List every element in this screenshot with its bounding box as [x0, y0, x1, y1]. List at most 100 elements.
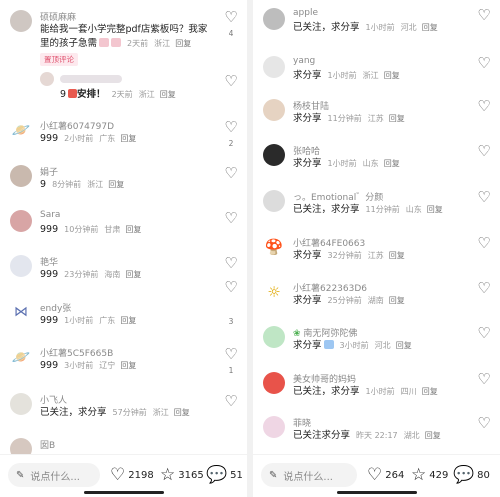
like-control[interactable]: ♡ — [475, 236, 493, 251]
planet-avatar-icon[interactable]: 🪐 — [10, 346, 32, 368]
comment-author[interactable]: 小红薯622363D6 — [293, 281, 367, 294]
like-control[interactable]: ♡ — [222, 211, 240, 226]
avatar[interactable] — [263, 416, 285, 438]
heart-outline-icon[interactable]: ♡ — [222, 211, 240, 226]
like-button[interactable]: ♡ 2198 — [110, 467, 154, 484]
avatar[interactable] — [263, 144, 285, 166]
bowtie-avatar-icon[interactable]: ⋈ — [10, 301, 32, 323]
comment-input[interactable]: ✎ 说点什么... — [261, 463, 357, 487]
heart-outline-icon[interactable]: ♡ — [222, 74, 240, 89]
like-button[interactable]: ♡ 264 — [367, 467, 404, 484]
avatar[interactable] — [10, 165, 32, 187]
sun-avatar-icon[interactable]: ☼ — [263, 281, 285, 303]
reply-button[interactable]: 回复 — [120, 361, 136, 370]
reply-button[interactable]: 回复 — [427, 205, 443, 214]
like-control[interactable]: ♡ 2 — [222, 120, 240, 149]
avatar[interactable] — [10, 255, 32, 277]
heart-outline-icon[interactable]: ♡ — [222, 120, 240, 135]
reply-button[interactable]: 回复 — [108, 180, 124, 189]
comment-author[interactable]: Sara — [40, 210, 60, 220]
reply-button[interactable]: 回复 — [389, 251, 405, 260]
comment-author[interactable]: apple — [293, 8, 318, 18]
avatar[interactable] — [263, 56, 285, 78]
like-control[interactable]: ♡ — [475, 144, 493, 159]
comment-author[interactable]: 菲晓 — [293, 416, 311, 429]
like-control[interactable]: ♡ — [222, 256, 240, 271]
reply-button[interactable]: 回复 — [120, 316, 136, 325]
heart-outline-icon[interactable]: ♡ — [475, 326, 493, 341]
heart-outline-icon[interactable]: ♡ — [475, 144, 493, 159]
like-control[interactable]: ♡ 4 — [222, 10, 240, 39]
reply-button[interactable]: 回复 — [425, 431, 441, 440]
reply-button[interactable]: 回复 — [396, 341, 412, 350]
like-control[interactable]: ♡ — [222, 74, 240, 89]
like-control[interactable]: ♡ — [222, 166, 240, 181]
avatar[interactable] — [263, 99, 285, 121]
like-control[interactable]: ♡ — [475, 281, 493, 296]
comment-author[interactable]: 娟子 — [40, 165, 58, 178]
avatar[interactable] — [263, 326, 285, 348]
reply-button[interactable]: 回复 — [120, 134, 136, 143]
heart-outline-icon[interactable]: ♡ — [222, 256, 240, 271]
heart-outline-icon[interactable]: ♡ — [475, 372, 493, 387]
like-control[interactable]: ♡ — [475, 56, 493, 71]
comment-author[interactable]: 硕硕麻麻 — [40, 10, 76, 23]
avatar[interactable] — [10, 210, 32, 232]
heart-outline-icon[interactable]: ♡ — [222, 394, 240, 409]
heart-outline-icon[interactable]: ♡ — [475, 99, 493, 114]
reply-button[interactable]: 回复 — [384, 71, 400, 80]
heart-outline-icon[interactable]: ♡ — [222, 166, 240, 181]
comment-author[interactable]: ❀ 南无阿弥陀佛 — [293, 326, 357, 339]
heart-outline-icon[interactable]: ♡ — [475, 8, 493, 23]
avatar[interactable] — [40, 72, 54, 86]
reply-button[interactable]: 回复 — [160, 90, 176, 99]
reply-button[interactable]: 回复 — [174, 408, 190, 417]
avatar[interactable] — [263, 190, 285, 212]
comment-author[interactable]: 小红薯6074797D — [40, 119, 114, 132]
planet-avatar-icon[interactable]: 🪐 — [10, 119, 32, 141]
reply-button[interactable]: 回复 — [389, 114, 405, 123]
comment-button[interactable]: 💬 80 — [453, 467, 490, 484]
comment-author[interactable]: 张哈哈 — [293, 144, 320, 157]
like-control[interactable]: ♡ 1 — [222, 347, 240, 376]
comment-author[interactable]: yang — [293, 56, 315, 66]
avatar[interactable] — [10, 393, 32, 415]
comment-input[interactable]: ✎ 说点什么... — [8, 463, 100, 487]
mushroom-avatar-icon[interactable]: 🍄 — [263, 236, 285, 258]
comment-author[interactable]: 杨枝甘陆 — [293, 99, 329, 112]
reply-button[interactable]: 回复 — [422, 23, 438, 32]
reply-button[interactable]: 回复 — [175, 39, 191, 48]
heart-outline-icon[interactable]: ♡ — [475, 416, 493, 431]
comment-button[interactable]: 💬 51 — [206, 467, 243, 484]
star-button[interactable]: ☆ 3165 — [160, 467, 204, 484]
like-control[interactable]: ♡ — [475, 190, 493, 205]
heart-outline-icon[interactable]: ♡ — [475, 236, 493, 251]
star-button[interactable]: ☆ 429 — [411, 467, 448, 484]
avatar[interactable] — [263, 8, 285, 30]
like-control[interactable]: ♡ — [475, 99, 493, 114]
like-control[interactable]: ♡ — [475, 372, 493, 387]
heart-outline-icon[interactable]: ♡ — [222, 280, 240, 295]
heart-outline-icon[interactable]: ♡ — [475, 56, 493, 71]
like-control[interactable]: ♡ — [475, 326, 493, 341]
comment-author[interactable]: 艳华 — [40, 255, 58, 268]
reply-button[interactable]: 回复 — [389, 296, 405, 305]
heart-outline-icon[interactable]: ♡ — [222, 347, 240, 362]
comment-author[interactable]: 小红薯64FE0663 — [293, 236, 365, 249]
like-control[interactable]: ♡ — [222, 394, 240, 409]
heart-outline-icon[interactable]: ♡ — [475, 281, 493, 296]
comment-author[interactable]: 囡B — [40, 438, 55, 451]
heart-outline-icon[interactable]: ♡ — [222, 10, 240, 25]
comment-author[interactable]: 美女帅哥的妈妈 — [293, 372, 356, 385]
reply-button[interactable]: 回复 — [422, 387, 438, 396]
comment-author[interactable]: endy张 — [40, 301, 71, 314]
like-control[interactable]: ♡ — [475, 416, 493, 431]
comment-author[interactable]: 小红薯5C5F665B — [40, 346, 113, 359]
avatar[interactable] — [10, 10, 32, 32]
like-control[interactable]: ♡ — [475, 8, 493, 23]
reply-button[interactable]: 回复 — [125, 270, 141, 279]
heart-outline-icon[interactable]: ♡ — [475, 190, 493, 205]
avatar[interactable] — [263, 372, 285, 394]
comment-author[interactable]: 小飞人 — [40, 393, 67, 406]
reply-button[interactable]: 回复 — [125, 225, 141, 234]
